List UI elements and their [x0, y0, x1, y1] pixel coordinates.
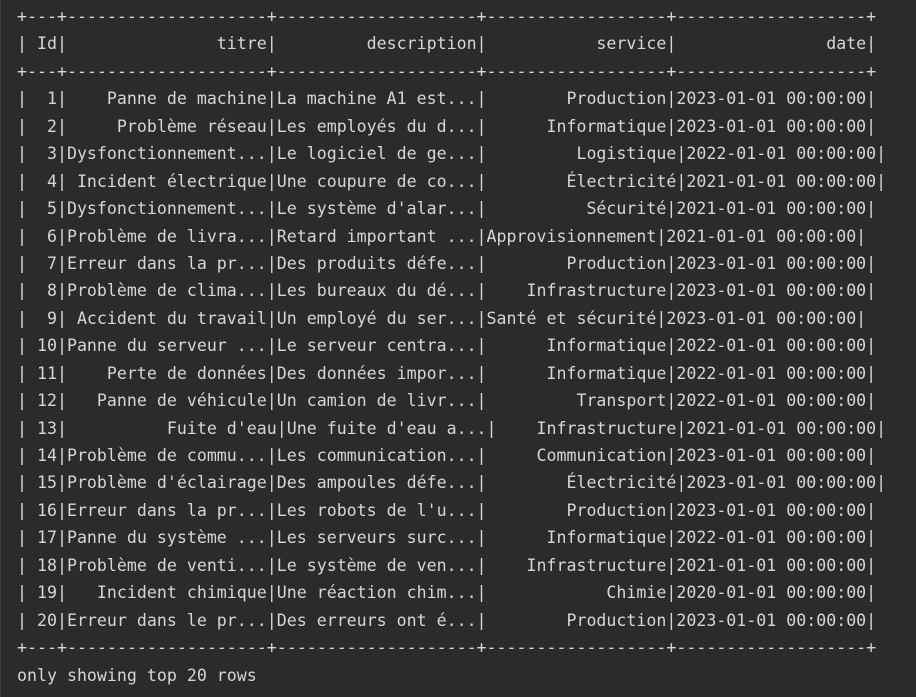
footer-message: only showing top 20 rows — [17, 665, 257, 685]
table-row: | 9| Accident du travail|Un employé du s… — [17, 308, 867, 328]
table-row: | 18|Problème de venti...|Le système de … — [17, 555, 877, 575]
table-header-separator: +---+--------------------+--------------… — [17, 61, 877, 81]
table-row: | 14|Problème de commu...|Les communicat… — [17, 446, 877, 465]
console-output-panel: +---+--------------------+--------------… — [0, 0, 916, 697]
table-row: | 3|Dysfonctionnement...|Le logiciel de … — [17, 144, 887, 164]
table-row: | 6|Problème de livra...|Retard importan… — [17, 226, 867, 246]
table-row: | 2| Problème réseau|Les employés du d..… — [17, 116, 877, 136]
table-row: | 19| Incident chimique|Une réaction chi… — [17, 583, 877, 603]
table-row: | 5|Dysfonctionnement...|Le système d'al… — [17, 199, 877, 219]
table-row: | 4| Incident électrique|Une coupure de … — [17, 171, 887, 191]
table-row: | 11| Perte de données|Des données impor… — [17, 363, 877, 383]
table-border-bottom: +---+--------------------+--------------… — [17, 638, 877, 658]
table-row: | 17|Panne du système ...|Les serveurs s… — [17, 528, 877, 548]
table-row: | 8|Problème de clima...|Les bureaux du … — [17, 281, 877, 301]
table-row: | 20|Erreur dans le pr...|Des erreurs on… — [17, 610, 877, 630]
table-header-row: | Id| titre| description| service| date| — [17, 34, 877, 54]
table-row: | 13| Fuite d'eau|Une fuite d'eau a...| … — [17, 418, 887, 438]
table-row: | 16|Erreur dans la pr...|Les robots de … — [17, 500, 877, 520]
table-border-top: +---+--------------------+--------------… — [17, 7, 877, 26]
table-row: | 10|Panne du serveur ...|Le serveur cen… — [17, 336, 877, 356]
table-row: | 12| Panne de véhicule|Un camion de liv… — [17, 391, 877, 411]
table-row: | 7|Erreur dans la pr...|Des produits dé… — [17, 253, 877, 273]
table-row: | 15|Problème d'éclairage|Des ampoules d… — [17, 473, 887, 493]
table-row: | 1| Panne de machine|La machine A1 est.… — [17, 89, 877, 109]
